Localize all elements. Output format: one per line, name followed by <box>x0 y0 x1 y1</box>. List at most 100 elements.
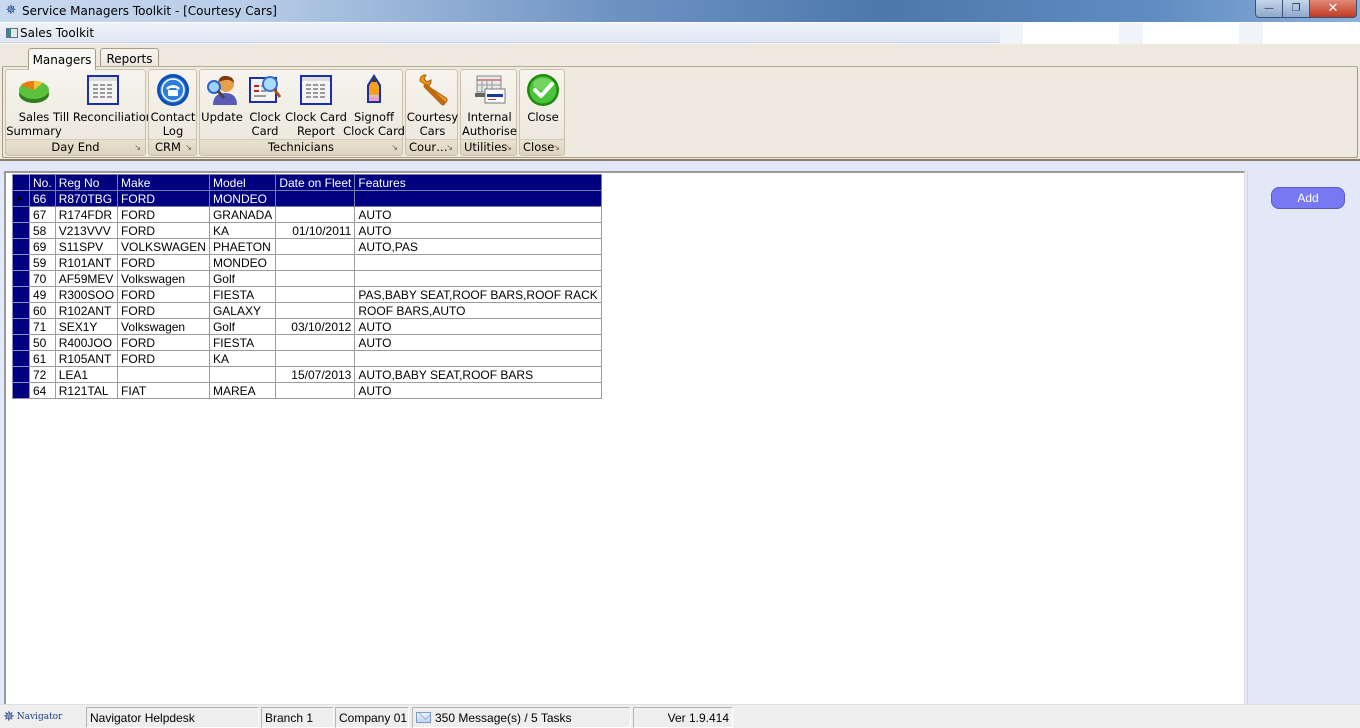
cell-reg-no[interactable]: R105ANT <box>54 350 119 367</box>
cell-reg-no[interactable]: S11SPV <box>54 238 119 255</box>
cell-date-on-fleet[interactable] <box>275 382 356 399</box>
cell-features[interactable]: AUTO <box>354 334 602 351</box>
cell-make[interactable]: FORD <box>117 350 210 367</box>
cell-make[interactable]: FORD <box>117 334 210 351</box>
cell-model[interactable]: MONDEO <box>208 190 277 207</box>
row-header[interactable] <box>12 238 30 255</box>
row-header[interactable] <box>12 222 30 239</box>
row-header[interactable] <box>12 382 30 399</box>
group-launcher-icon[interactable]: ↘ <box>505 143 512 153</box>
cell-features[interactable] <box>354 254 602 271</box>
internal-authorise-button[interactable]: Internal Authorise <box>462 73 517 139</box>
cell-model[interactable]: GALAXY <box>208 302 277 319</box>
cell-no[interactable]: 50 <box>29 334 56 351</box>
row-header[interactable] <box>12 366 30 383</box>
table-row[interactable]: 59 R101ANT FORD MONDEO <box>12 254 602 271</box>
update-button[interactable]: Update <box>201 73 243 139</box>
table-row[interactable]: 66 R870TBG FORD MONDEO <box>12 190 602 207</box>
cell-features[interactable] <box>354 270 602 287</box>
table-row[interactable]: 67 R174FDR FORD GRANADA AUTO <box>12 206 602 223</box>
row-header-corner[interactable] <box>12 174 30 191</box>
status-messages[interactable]: 350 Message(s) / 5 Tasks <box>412 707 631 728</box>
cell-date-on-fleet[interactable] <box>275 254 356 271</box>
clock-card-button[interactable]: Clock Card <box>244 73 286 139</box>
cell-date-on-fleet[interactable] <box>275 334 356 351</box>
cell-date-on-fleet[interactable] <box>275 302 356 319</box>
cell-date-on-fleet[interactable]: 15/07/2013 <box>275 366 356 383</box>
table-row[interactable]: 72 LEA1 15/07/2013 AUTO,BABY SEAT,ROOF BARS <box>12 366 602 383</box>
cell-date-on-fleet[interactable]: 03/10/2012 <box>275 318 356 335</box>
cell-reg-no[interactable]: R121TAL <box>54 382 119 399</box>
cell-no[interactable]: 58 <box>29 222 56 239</box>
cell-features[interactable] <box>354 190 602 207</box>
cell-model[interactable]: Golf <box>208 270 277 287</box>
column-header-date-on-fleet[interactable]: Date on Fleet <box>275 174 356 191</box>
cell-reg-no[interactable]: R102ANT <box>54 302 119 319</box>
cell-reg-no[interactable]: R400JOO <box>54 334 119 351</box>
cell-no[interactable]: 72 <box>29 366 56 383</box>
add-button[interactable]: Add <box>1271 187 1345 209</box>
cell-model[interactable] <box>208 366 277 383</box>
restore-button[interactable]: ❐ <box>1283 0 1310 18</box>
cell-features[interactable]: AUTO,PAS <box>354 238 602 255</box>
cell-make[interactable]: FORD <box>117 286 210 303</box>
column-header-features[interactable]: Features <box>354 174 602 191</box>
row-header[interactable] <box>12 302 30 319</box>
group-launcher-icon[interactable]: ↘ <box>446 143 453 153</box>
cell-features[interactable]: PAS,BABY SEAT,ROOF BARS,ROOF RACK <box>354 286 602 303</box>
table-row[interactable]: 60 R102ANT FORD GALAXY ROOF BARS,AUTO <box>12 302 602 319</box>
cell-no[interactable]: 69 <box>29 238 56 255</box>
table-row[interactable]: 70 AF59MEV Volkswagen Golf <box>12 270 602 287</box>
cell-make[interactable]: FORD <box>117 302 210 319</box>
cell-features[interactable]: AUTO <box>354 206 602 223</box>
cell-date-on-fleet[interactable] <box>275 286 356 303</box>
cell-make[interactable]: Volkswagen <box>117 318 210 335</box>
cell-no[interactable]: 59 <box>29 254 56 271</box>
cell-make[interactable]: FORD <box>117 254 210 271</box>
sales-summary-button[interactable]: Sales Summary <box>6 73 62 139</box>
column-header-reg-no[interactable]: Reg No <box>54 174 119 191</box>
row-header[interactable] <box>12 254 30 271</box>
cell-model[interactable]: GRANADA <box>208 206 277 223</box>
cell-model[interactable]: PHAETON <box>208 238 277 255</box>
close-window-button[interactable]: ✕ <box>1310 0 1357 18</box>
cell-make[interactable]: FORD <box>117 190 210 207</box>
status-helpdesk[interactable]: Navigator Helpdesk <box>86 707 259 728</box>
till-reconciliation-button[interactable]: Till Reconciliation <box>53 73 153 139</box>
group-launcher-icon[interactable]: ↘ <box>134 143 141 153</box>
cell-features[interactable] <box>354 350 602 367</box>
row-header[interactable] <box>12 270 30 287</box>
cell-date-on-fleet[interactable]: 01/10/2011 <box>275 222 356 239</box>
contact-log-button[interactable]: Contact Log <box>151 73 195 139</box>
status-branch[interactable]: Branch 1 <box>261 707 334 728</box>
group-launcher-icon[interactable]: ↘ <box>553 143 560 153</box>
cell-model[interactable]: MONDEO <box>208 254 277 271</box>
cell-reg-no[interactable]: SEX1Y <box>54 318 119 335</box>
table-row[interactable]: 61 R105ANT FORD KA <box>12 350 602 367</box>
cell-reg-no[interactable]: R101ANT <box>54 254 119 271</box>
row-header[interactable] <box>12 190 30 207</box>
clock-card-report-button[interactable]: Clock Card Report <box>285 73 347 139</box>
close-button[interactable]: Close <box>522 73 564 139</box>
cell-no[interactable]: 71 <box>29 318 56 335</box>
cell-make[interactable]: FORD <box>117 222 210 239</box>
column-header-no[interactable]: No. <box>29 174 56 191</box>
cell-date-on-fleet[interactable] <box>275 238 356 255</box>
cell-features[interactable]: AUTO <box>354 318 602 335</box>
cell-model[interactable]: FIESTA <box>208 286 277 303</box>
table-row[interactable]: 71 SEX1Y Volkswagen Golf 03/10/2012 AUTO <box>12 318 602 335</box>
cell-make[interactable]: FIAT <box>117 382 210 399</box>
cell-reg-no[interactable]: R870TBG <box>54 190 119 207</box>
cell-reg-no[interactable]: V213VVV <box>54 222 119 239</box>
cell-no[interactable]: 60 <box>29 302 56 319</box>
cell-reg-no[interactable]: LEA1 <box>54 366 119 383</box>
row-header[interactable] <box>12 286 30 303</box>
child-window-icon[interactable] <box>6 27 18 38</box>
column-header-model[interactable]: Model <box>208 174 277 191</box>
table-row[interactable]: 49 R300SOO FORD FIESTA PAS,BABY SEAT,ROOF BA… <box>12 286 602 303</box>
row-header[interactable] <box>12 334 30 351</box>
cell-date-on-fleet[interactable] <box>275 190 356 207</box>
row-header[interactable] <box>12 318 30 335</box>
cell-no[interactable]: 70 <box>29 270 56 287</box>
cell-features[interactable]: AUTO <box>354 222 602 239</box>
